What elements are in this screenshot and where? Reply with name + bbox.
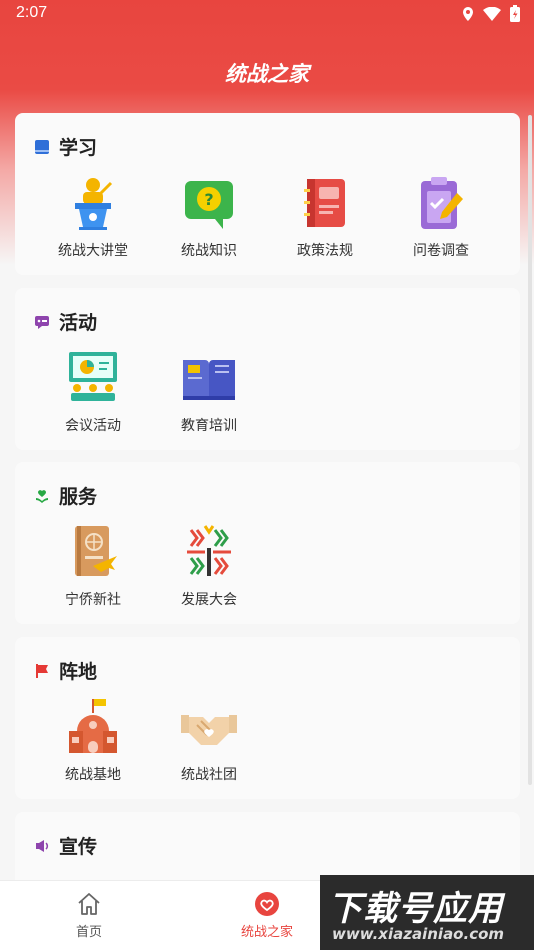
watermark-url: www.xiazainiao.com — [332, 925, 505, 943]
status-time: 2:07 — [16, 4, 48, 21]
item-label: 统战社团 — [181, 767, 237, 783]
item-base[interactable]: 统战基地 — [35, 697, 151, 784]
item-label: 发展大会 — [181, 592, 237, 608]
status-icons — [462, 5, 520, 22]
section-title: 学习 — [59, 137, 98, 159]
red-notebook-icon — [304, 179, 345, 227]
section-study: 学习 统战大讲堂 ? 统战知识 政策法规 问卷调查 — [15, 113, 520, 275]
section-service: 服务 宁侨新社 发展大会 — [15, 462, 520, 624]
item-label: 统战大讲堂 — [58, 243, 128, 259]
watermark-title: 下载号应用 — [328, 889, 503, 929]
lecture-podium-icon — [75, 178, 113, 230]
item-policy[interactable]: 政策法规 — [267, 173, 383, 260]
section-title: 宣传 — [59, 836, 98, 858]
item-label: 宁侨新社 — [65, 592, 121, 608]
section-title: 服务 — [59, 486, 98, 508]
item-overseas[interactable]: 宁侨新社 — [35, 522, 151, 609]
item-lecture[interactable]: 统战大讲堂 — [35, 173, 151, 260]
item-meeting[interactable]: 会议活动 — [35, 348, 151, 435]
section-base: 阵地 统战基地 统战社团 — [15, 637, 520, 799]
item-society[interactable]: 统战社团 — [151, 697, 267, 784]
heart-hand-icon — [36, 489, 48, 503]
location-icon — [463, 6, 473, 21]
chat-bubble-icon — [35, 315, 49, 329]
item-survey[interactable]: 问卷调查 — [383, 173, 499, 260]
page-title: 统战之家 — [225, 62, 309, 86]
status-bar: 2:07 — [0, 0, 534, 28]
item-education[interactable]: 教育培训 — [151, 348, 267, 435]
section-title: 阵地 — [59, 661, 98, 683]
passport-plane-icon — [75, 526, 117, 576]
wifi-icon — [483, 6, 501, 21]
section-header: 学习 — [34, 133, 97, 160]
item-label: 教育培训 — [181, 418, 237, 434]
section-activity: 活动 会议活动 教育培训 — [15, 288, 520, 450]
home-icon — [78, 893, 100, 915]
svg-text:?: ? — [204, 190, 213, 209]
item-label: 政策法规 — [297, 243, 353, 259]
base-building-flag-icon — [69, 699, 117, 753]
meeting-presentation-icon — [69, 352, 117, 401]
section-header: 宣传 — [34, 832, 97, 859]
speaker-icon — [36, 839, 49, 852]
book-icon — [35, 139, 49, 154]
section-header: 阵地 — [34, 657, 97, 684]
handshake-heart-icon — [181, 715, 237, 745]
nav-home-label: 首页 — [75, 925, 102, 940]
item-label: 统战知识 — [181, 243, 237, 259]
open-book-icon — [183, 360, 235, 400]
section-header: 活动 — [34, 308, 97, 335]
section-header: 服务 — [34, 482, 97, 509]
development-conference-logo-icon — [187, 525, 231, 576]
nav-home[interactable]: 首页 — [29, 891, 149, 940]
scrollbar[interactable] — [528, 115, 532, 785]
item-label: 问卷调查 — [413, 243, 469, 259]
watermark: 下载号应用 www.xiazainiao.com — [320, 875, 534, 950]
section-title: 活动 — [59, 312, 98, 334]
item-label: 统战基地 — [65, 767, 121, 783]
flag-icon — [36, 663, 48, 678]
nav-family-label: 统战之家 — [240, 925, 293, 940]
nav-family[interactable]: 统战之家 — [207, 891, 327, 940]
clipboard-survey-icon — [421, 177, 463, 229]
heart-circle-icon — [255, 892, 279, 916]
item-label: 会议活动 — [65, 418, 121, 434]
item-dev-conference[interactable]: 发展大会 — [151, 522, 267, 609]
item-knowledge[interactable]: ? 统战知识 — [151, 173, 267, 260]
question-chat-icon: ? — [185, 181, 233, 229]
battery-icon — [510, 5, 520, 22]
